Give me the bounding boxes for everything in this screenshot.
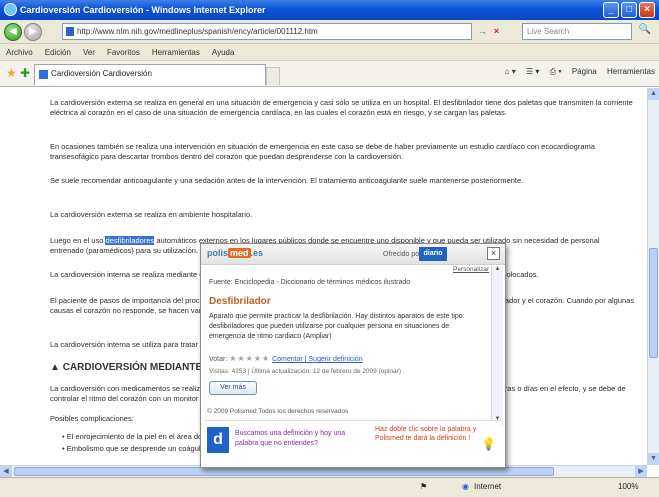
internet-zone-icon: ◉ bbox=[462, 482, 469, 491]
add-favorites-icon[interactable]: ✚ bbox=[20, 66, 30, 80]
logo-part: polis bbox=[207, 248, 229, 258]
rating-row: Votar: ★★★★★ Comentar | Sugerir definici… bbox=[209, 354, 363, 363]
tab-title: Cardioversión Cardioversión bbox=[51, 69, 152, 78]
paragraph: La cardioversión externa se realiza en g… bbox=[50, 98, 633, 117]
diario-logo[interactable]: diario bbox=[419, 247, 447, 261]
window-title: Cardioversión Cardioversión - Windows In… bbox=[20, 5, 266, 15]
stop-button[interactable]: × bbox=[490, 24, 503, 38]
go-button[interactable]: → bbox=[476, 24, 489, 38]
paragraph: Se suele recomendar anticoagulante y una… bbox=[50, 176, 524, 185]
popup-header: polis med .es Ofrecido por diario × bbox=[201, 244, 505, 265]
diario-d-logo: d bbox=[207, 427, 229, 453]
vertical-scrollbar[interactable]: ▲ ▼ bbox=[647, 88, 659, 465]
definition-popup: polis med .es Ofrecido por diario × Person… bbox=[200, 243, 506, 468]
rating-label: Votar: bbox=[209, 356, 228, 363]
menu-herramientas[interactable]: Herramientas bbox=[146, 44, 206, 61]
banner-text-right: Haz doble clic sobre la palabra y Polism… bbox=[375, 426, 477, 442]
tab-current[interactable]: Cardioversión Cardioversión bbox=[34, 64, 266, 85]
maximize-button[interactable]: □ bbox=[621, 2, 637, 18]
menu-ver[interactable]: Ver bbox=[77, 44, 101, 61]
tab-page-icon bbox=[39, 70, 48, 79]
search-input[interactable]: Live Search bbox=[522, 23, 632, 40]
zoom-level[interactable]: 100% bbox=[618, 482, 638, 491]
internet-explorer-icon bbox=[4, 3, 17, 16]
banner-text-left: Buscamos una definición y hoy una palabr… bbox=[235, 430, 346, 447]
new-tab-button[interactable] bbox=[266, 67, 280, 85]
menu-ayuda[interactable]: Ayuda bbox=[206, 44, 241, 61]
definition-term: Desfibrilador bbox=[209, 296, 271, 307]
selected-word[interactable]: desfibriladores bbox=[105, 236, 155, 245]
logo-part: .es bbox=[250, 248, 264, 258]
copyright-text: © 2009 Polismed Todos los derechos reser… bbox=[207, 408, 349, 415]
url-text: http://www.nlm.nih.gov/medlineplus/spani… bbox=[77, 27, 318, 36]
ver-mas-button[interactable]: Ver más bbox=[209, 381, 257, 395]
menu-archivo[interactable]: Archivo bbox=[0, 44, 39, 61]
address-actions: → × bbox=[476, 24, 518, 39]
customize-link[interactable]: Personalizar bbox=[453, 266, 489, 273]
polismed-logo[interactable]: polis med .es bbox=[207, 248, 263, 258]
menu-favoritos[interactable]: Favoritos bbox=[101, 44, 146, 61]
definition-meta: Visitas: 4253 | Última actualización: 12… bbox=[209, 368, 401, 375]
logo-part: med bbox=[228, 248, 251, 258]
rating-stars-icon[interactable]: ★★★★★ bbox=[229, 354, 270, 363]
scroll-down-icon[interactable]: ▼ bbox=[648, 453, 659, 465]
paragraph: En ocasiones también se realiza una inte… bbox=[50, 142, 595, 161]
tab-bar: ★ ✚ Cardioversión Cardioversión ⌂ ▾ ☰ ▾ … bbox=[0, 61, 659, 87]
window-titlebar: Cardioversión Cardioversión - Windows In… bbox=[0, 0, 659, 20]
feeds-icon[interactable]: ☰ ▾ bbox=[526, 67, 539, 76]
zone-label: Internet bbox=[474, 482, 502, 491]
lightbulb-icon: 💡 bbox=[481, 437, 496, 451]
page-menu[interactable]: Página bbox=[572, 67, 597, 76]
home-icon[interactable]: ⌂ ▾ bbox=[505, 67, 516, 76]
address-bar: ◀ ▶ http://www.nlm.nih.gov/medlineplus/s… bbox=[0, 20, 659, 44]
close-button[interactable]: × bbox=[639, 2, 655, 18]
page-icon bbox=[66, 27, 74, 36]
popup-source: Fuente: Enciclopedia - Diccionario de té… bbox=[209, 279, 411, 286]
horizontal-scroll-thumb[interactable] bbox=[14, 467, 554, 476]
rating-links[interactable]: Comentar | Sugerir definición bbox=[272, 356, 363, 363]
print-icon[interactable]: ⎙ ▾ bbox=[550, 67, 562, 76]
security-icon: ⚑ bbox=[420, 482, 428, 491]
minimize-button[interactable]: _ bbox=[603, 2, 619, 18]
scroll-left-icon[interactable]: ◀ bbox=[0, 466, 12, 477]
scroll-right-icon[interactable]: ▶ bbox=[635, 466, 647, 477]
favorites-star-icon[interactable]: ★ bbox=[6, 66, 17, 80]
search-icon[interactable]: 🔍 bbox=[636, 24, 654, 39]
definition-text: Aparato que permite practicar la desfibr… bbox=[209, 313, 465, 340]
paragraph: La cardioversión externa se realiza en a… bbox=[50, 210, 253, 219]
menu-edicion[interactable]: Edición bbox=[39, 44, 77, 61]
scroll-up-icon[interactable]: ▲ bbox=[648, 88, 659, 100]
back-button[interactable]: ◀ bbox=[4, 23, 22, 41]
tools-menu[interactable]: Herramientas bbox=[607, 67, 655, 76]
popup-scroll-up-icon[interactable]: ▲ bbox=[492, 266, 503, 276]
command-bar: ⌂ ▾ ☰ ▾ ⎙ ▾ Página Herramientas bbox=[497, 67, 655, 77]
forward-button[interactable]: ▶ bbox=[24, 23, 42, 41]
url-input[interactable]: http://www.nlm.nih.gov/medlineplus/spani… bbox=[62, 23, 472, 40]
text: Luego en el uso bbox=[50, 236, 104, 245]
promo-banner[interactable]: d Buscamos una definición y hoy una pala… bbox=[205, 420, 501, 464]
menu-bar: Archivo Edición Ver Favoritos Herramientas Ay… bbox=[0, 44, 659, 61]
popup-close-button[interactable]: × bbox=[487, 247, 500, 260]
status-bar: ⚑ ◉ Internet 100% bbox=[0, 477, 659, 497]
popup-scrollbar[interactable]: ▲ ▼ bbox=[491, 266, 503, 426]
vertical-scroll-thumb[interactable] bbox=[649, 248, 658, 358]
sponsor-label: Ofrecido por bbox=[383, 251, 422, 258]
